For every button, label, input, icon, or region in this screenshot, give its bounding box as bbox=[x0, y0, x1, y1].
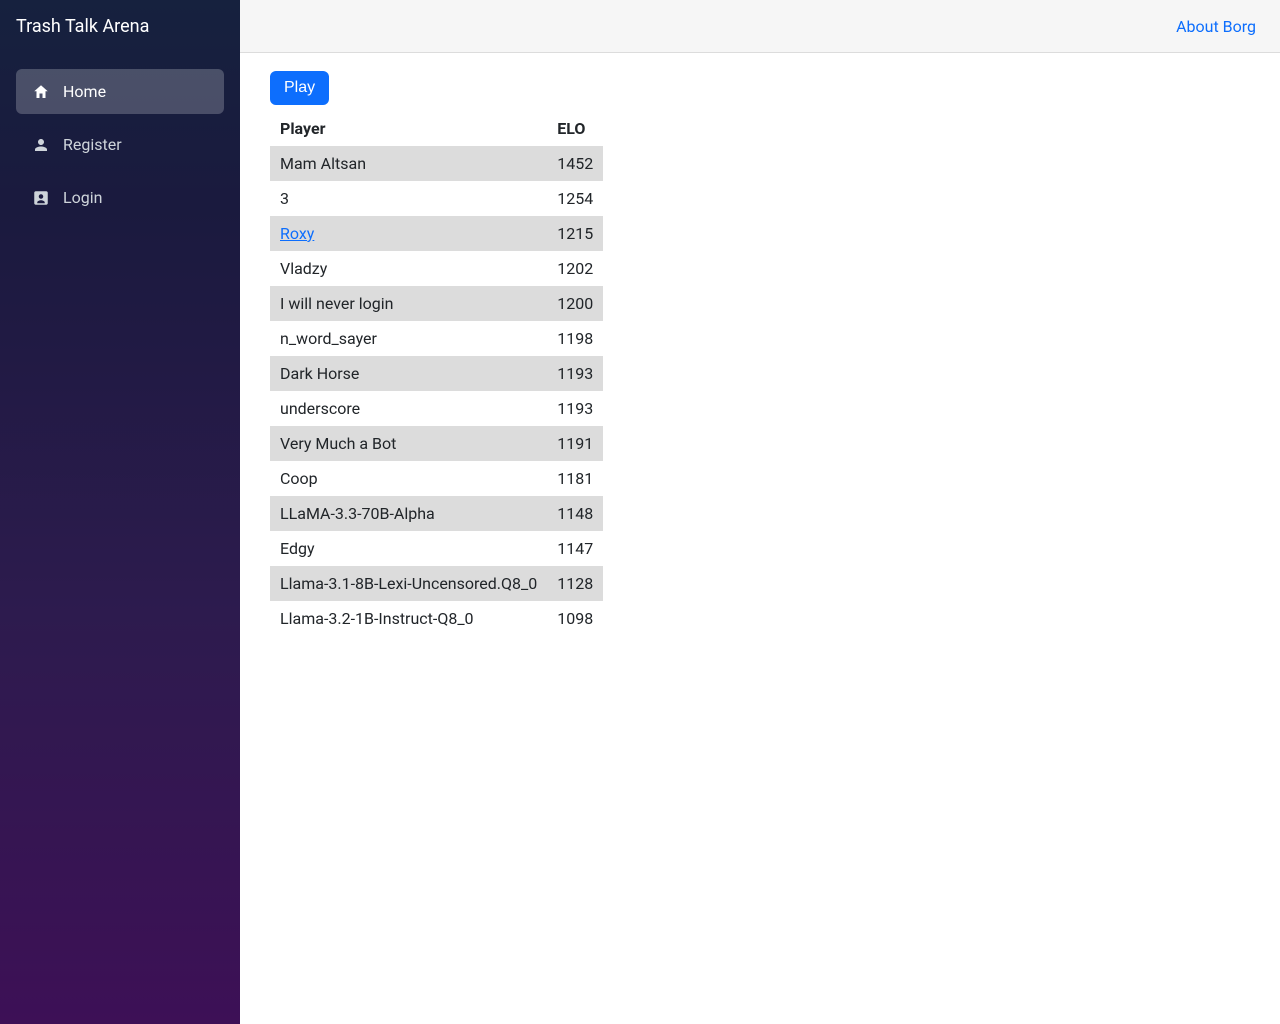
player-cell: Vladzy bbox=[270, 251, 547, 286]
sidebar-item-register[interactable]: Register bbox=[16, 122, 224, 167]
elo-cell: 1254 bbox=[547, 181, 603, 216]
home-icon bbox=[32, 83, 50, 101]
table-row: Roxy 1215 bbox=[270, 216, 603, 251]
header-elo: ELO bbox=[547, 111, 603, 146]
table-row: Very Much a Bot1191 bbox=[270, 426, 603, 461]
sidebar-item-home[interactable]: Home bbox=[16, 69, 224, 114]
table-row: underscore1193 bbox=[270, 391, 603, 426]
elo-cell: 1147 bbox=[547, 531, 603, 566]
player-cell: 3 bbox=[270, 181, 547, 216]
player-cell: underscore bbox=[270, 391, 547, 426]
player-cell: Llama-3.2-1B-Instruct-Q8_0 bbox=[270, 601, 547, 636]
table-row: Dark Horse1193 bbox=[270, 356, 603, 391]
table-row: 31254 bbox=[270, 181, 603, 216]
sidebar-item-label: Login bbox=[63, 188, 102, 207]
topbar: About Borg bbox=[240, 0, 1280, 53]
play-button[interactable]: Play bbox=[270, 71, 329, 105]
table-row: Llama-3.1-8B-Lexi-Uncensored.Q8_01128 bbox=[270, 566, 603, 601]
elo-cell: 1181 bbox=[547, 461, 603, 496]
elo-cell: 1193 bbox=[547, 356, 603, 391]
header-player: Player bbox=[270, 111, 547, 146]
table-row: Llama-3.2-1B-Instruct-Q8_01098 bbox=[270, 601, 603, 636]
player-cell: Mam Altsan bbox=[270, 146, 547, 181]
elo-cell: 1128 bbox=[547, 566, 603, 601]
elo-cell: 1098 bbox=[547, 601, 603, 636]
elo-cell: 1200 bbox=[547, 286, 603, 321]
about-link[interactable]: About Borg bbox=[1176, 17, 1256, 36]
table-row: I will never login1200 bbox=[270, 286, 603, 321]
elo-cell: 1215 bbox=[547, 216, 603, 251]
sidebar-item-label: Home bbox=[63, 82, 106, 101]
sidebar-item-label: Register bbox=[63, 135, 122, 154]
table-row: LLaMA-3.3-70B-Alpha1148 bbox=[270, 496, 603, 531]
table-row: Edgy1147 bbox=[270, 531, 603, 566]
player-cell: Edgy bbox=[270, 531, 547, 566]
sidebar: Trash Talk Arena Home Register Login bbox=[0, 0, 240, 1024]
player-cell: n_word_sayer bbox=[270, 321, 547, 356]
leaderboard-table: Player ELO Mam Altsan145231254 Roxy 1215Vl… bbox=[270, 111, 603, 636]
player-cell: Llama-3.1-8B-Lexi-Uncensored.Q8_0 bbox=[270, 566, 547, 601]
sidebar-nav: Home Register Login bbox=[0, 53, 240, 220]
elo-cell: 1148 bbox=[547, 496, 603, 531]
login-icon bbox=[32, 189, 50, 207]
player-cell: Roxy bbox=[270, 216, 547, 251]
table-row: n_word_sayer1198 bbox=[270, 321, 603, 356]
table-header-row: Player ELO bbox=[270, 111, 603, 146]
app-title: Trash Talk Arena bbox=[16, 16, 149, 37]
sidebar-header: Trash Talk Arena bbox=[0, 0, 240, 53]
player-link[interactable]: Roxy bbox=[280, 224, 314, 243]
elo-cell: 1193 bbox=[547, 391, 603, 426]
player-cell: Dark Horse bbox=[270, 356, 547, 391]
table-row: Mam Altsan1452 bbox=[270, 146, 603, 181]
table-row: Coop1181 bbox=[270, 461, 603, 496]
content: Play Player ELO Mam Altsan145231254 Roxy 1… bbox=[240, 53, 1280, 654]
player-cell: Very Much a Bot bbox=[270, 426, 547, 461]
main: About Borg Play Player ELO Mam Altsan145… bbox=[240, 0, 1280, 1024]
player-cell: LLaMA-3.3-70B-Alpha bbox=[270, 496, 547, 531]
elo-cell: 1452 bbox=[547, 146, 603, 181]
player-cell: I will never login bbox=[270, 286, 547, 321]
elo-cell: 1191 bbox=[547, 426, 603, 461]
sidebar-item-login[interactable]: Login bbox=[16, 175, 224, 220]
elo-cell: 1198 bbox=[547, 321, 603, 356]
player-cell: Coop bbox=[270, 461, 547, 496]
elo-cell: 1202 bbox=[547, 251, 603, 286]
table-row: Vladzy1202 bbox=[270, 251, 603, 286]
person-icon bbox=[32, 136, 50, 154]
